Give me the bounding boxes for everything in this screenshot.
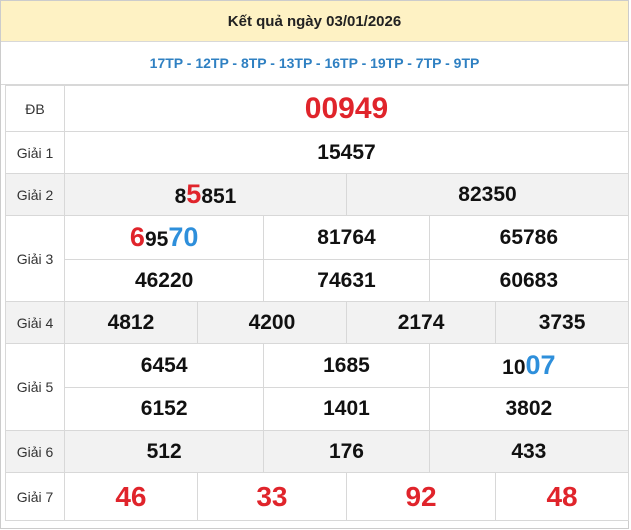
digits: 851 — [201, 185, 237, 208]
g4-number-4: 3735 — [495, 301, 629, 344]
highlight-digits: 6 — [129, 222, 145, 252]
row-g1: Giải 1 15457 — [5, 131, 629, 174]
g3-number-5: 74631 — [263, 259, 430, 302]
row-g4: Giải 4 4812 4200 2174 3735 — [5, 301, 629, 344]
row-g2: Giải 2 85851 82350 — [5, 173, 630, 216]
g3-number-1: 69570 — [63, 215, 265, 260]
label-g1: Giải 1 — [5, 131, 65, 174]
label-g7: Giải 7 — [5, 472, 65, 521]
g5-number-2: 1685 — [263, 343, 430, 388]
g7-number-2: 33 — [196, 472, 347, 521]
digits: 95 — [144, 228, 169, 251]
g7-number-4: 48 — [495, 472, 629, 521]
g5-number-5: 1401 — [263, 387, 430, 431]
digits: 8 — [174, 185, 187, 208]
g3-number-2: 81764 — [263, 215, 430, 260]
row-g5-b: 6152 1401 3802 — [6, 387, 630, 431]
g3-number-3: 65786 — [428, 215, 630, 260]
highlight-digits: 5 — [186, 179, 202, 209]
highlight-digits: 07 — [525, 350, 556, 380]
g2-number-2: 82350 — [345, 173, 630, 216]
g3-number-6: 60683 — [428, 259, 630, 302]
label-g4: Giải 4 — [5, 301, 65, 344]
results-title: Kết quả ngày 03/01/2026 — [1, 1, 628, 42]
row-g5-a: Giải 5 6454 1685 1007 — [5, 343, 630, 431]
label-g2: Giải 2 — [5, 173, 65, 216]
row-g3-a: Giải 3 69570 81764 65786 — [5, 215, 630, 302]
results-panel: Kết quả ngày 03/01/2026 17TP - 12TP - 8T… — [0, 0, 630, 529]
g5-number-4: 6152 — [63, 387, 265, 431]
label-g5: Giải 5 — [5, 343, 65, 431]
g7-number-3: 92 — [345, 472, 497, 521]
results-table: ĐB 00949 Giải 1 15457 Giải 2 85851 82350… — [5, 85, 630, 521]
g1-number: 15457 — [64, 131, 629, 174]
label-special: ĐB — [5, 85, 65, 132]
g6-number-1: 512 — [63, 430, 265, 473]
g3-number-4: 46220 — [63, 259, 265, 302]
row-g3-b: 46220 74631 60683 — [6, 259, 630, 302]
g5-number-1: 6454 — [63, 343, 265, 388]
g6-number-3: 433 — [428, 430, 630, 473]
label-g3: Giải 3 — [5, 215, 65, 302]
g4-number-1: 4812 — [64, 301, 198, 344]
special-prize-number: 00949 — [64, 85, 629, 132]
highlight-digits: 70 — [168, 222, 199, 252]
g5-number-3: 1007 — [428, 343, 630, 388]
digits: 10 — [502, 356, 526, 379]
ticket-codes: 17TP - 12TP - 8TP - 13TP - 16TP - 19TP -… — [1, 42, 628, 85]
g4-number-2: 4200 — [196, 301, 347, 344]
row-special: ĐB 00949 — [5, 85, 629, 132]
g4-number-3: 2174 — [345, 301, 497, 344]
g6-number-2: 176 — [263, 430, 430, 473]
g7-number-1: 46 — [64, 472, 198, 521]
g5-number-6: 3802 — [428, 387, 630, 431]
g2-number-1: 85851 — [64, 173, 347, 216]
label-g6: Giải 6 — [5, 430, 65, 473]
row-g6: Giải 6 512 176 433 — [5, 430, 630, 473]
row-g7: Giải 7 46 33 92 48 — [5, 472, 629, 521]
